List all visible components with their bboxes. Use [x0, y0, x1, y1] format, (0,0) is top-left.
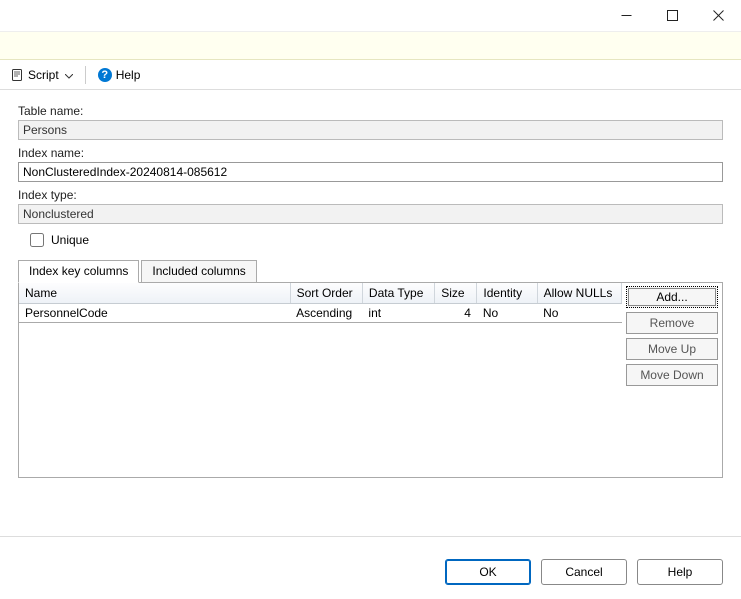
cancel-button[interactable]: Cancel: [541, 559, 627, 585]
table-header-row: Name Sort Order Data Type Size Identity …: [19, 283, 622, 304]
script-label: Script: [28, 68, 59, 82]
close-icon: [713, 10, 724, 21]
side-buttons: Add... Remove Move Up Move Down: [622, 283, 722, 477]
move-up-button[interactable]: Move Up: [626, 338, 718, 360]
toolbar: Script ? Help: [0, 60, 741, 90]
ribbon-banner: [0, 32, 741, 60]
col-header-identity[interactable]: Identity: [477, 283, 537, 304]
table-name-value: Persons: [18, 120, 723, 140]
script-dropdown[interactable]: Script: [6, 66, 77, 84]
col-header-sort-order[interactable]: Sort Order: [290, 283, 362, 304]
tab-panel: Name Sort Order Data Type Size Identity …: [18, 282, 723, 478]
columns-grid[interactable]: Name Sort Order Data Type Size Identity …: [19, 283, 622, 477]
col-header-name[interactable]: Name: [19, 283, 290, 304]
add-button[interactable]: Add...: [626, 286, 718, 308]
minimize-button[interactable]: [603, 0, 649, 32]
index-type-value: Nonclustered: [18, 204, 723, 224]
columns-table: Name Sort Order Data Type Size Identity …: [19, 283, 622, 323]
cell-data-type: int: [362, 304, 434, 323]
chevron-down-icon: [65, 68, 73, 82]
cell-size: 4: [435, 304, 477, 323]
help-button[interactable]: ? Help: [94, 66, 145, 84]
cell-allow-nulls: No: [537, 304, 621, 323]
help-label: Help: [116, 68, 141, 82]
index-type-field: Index type: Nonclustered: [18, 188, 723, 224]
table-name-label: Table name:: [18, 104, 723, 118]
close-button[interactable]: [695, 0, 741, 32]
index-name-input[interactable]: [18, 162, 723, 182]
unique-label: Unique: [51, 233, 89, 247]
table-row[interactable]: PersonnelCode Ascending int 4 No No: [19, 304, 622, 323]
dialog-footer: OK Cancel Help: [445, 559, 723, 585]
minimize-icon: [621, 10, 632, 21]
titlebar: [0, 0, 741, 32]
ok-button[interactable]: OK: [445, 559, 531, 585]
script-icon: [10, 68, 24, 82]
help-icon: ?: [98, 68, 112, 82]
content-area: Table name: Persons Index name: Index ty…: [0, 90, 741, 486]
maximize-button[interactable]: [649, 0, 695, 32]
tabstrip: Index key columns Included columns: [18, 260, 723, 282]
cell-sort-order: Ascending: [290, 304, 362, 323]
tab-included-columns[interactable]: Included columns: [141, 260, 256, 282]
col-header-allow-nulls[interactable]: Allow NULLs: [537, 283, 621, 304]
footer-help-button[interactable]: Help: [637, 559, 723, 585]
unique-checkbox[interactable]: [30, 233, 44, 247]
unique-checkbox-row: Unique: [26, 230, 723, 250]
move-down-button[interactable]: Move Down: [626, 364, 718, 386]
table-name-field: Table name: Persons: [18, 104, 723, 140]
index-type-label: Index type:: [18, 188, 723, 202]
grid-empty-area: [19, 323, 622, 477]
cell-identity: No: [477, 304, 537, 323]
maximize-icon: [667, 10, 678, 21]
remove-button[interactable]: Remove: [626, 312, 718, 334]
cell-name: PersonnelCode: [19, 304, 290, 323]
toolbar-separator: [85, 66, 86, 84]
tab-index-key-columns[interactable]: Index key columns: [18, 260, 139, 283]
footer-separator: [0, 536, 741, 537]
index-name-label: Index name:: [18, 146, 723, 160]
col-header-data-type[interactable]: Data Type: [362, 283, 434, 304]
col-header-size[interactable]: Size: [435, 283, 477, 304]
index-name-field: Index name:: [18, 146, 723, 182]
